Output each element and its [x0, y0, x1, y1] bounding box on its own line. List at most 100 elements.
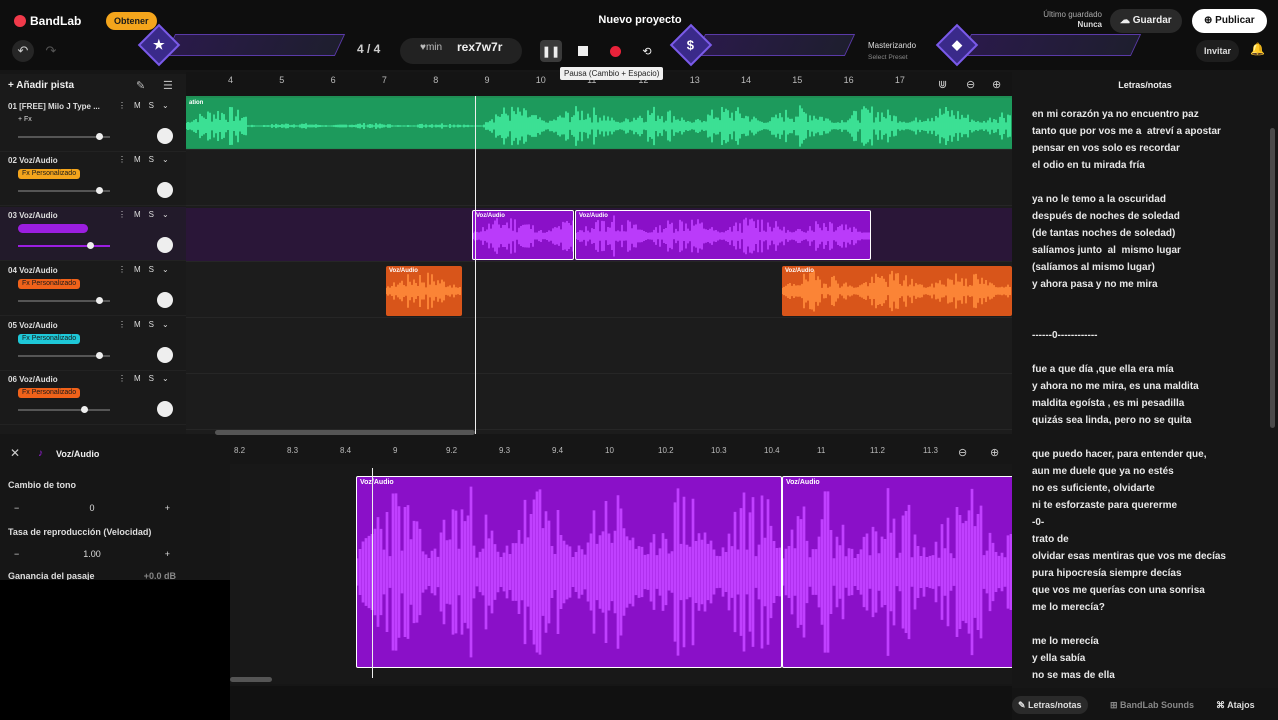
editor-playhead[interactable]: [372, 468, 373, 678]
pause-icon[interactable]: ❚❚: [540, 40, 562, 62]
redo-icon[interactable]: ↷: [40, 40, 62, 62]
tab-lyrics[interactable]: ✎ Letras/notas: [1012, 696, 1088, 714]
lane-track-1[interactable]: ation: [186, 96, 1012, 150]
mute-button[interactable]: M: [134, 320, 141, 329]
more-icon[interactable]: ⋮: [118, 210, 126, 219]
solo-button[interactable]: S: [149, 101, 154, 110]
more-icon[interactable]: ⋮: [118, 155, 126, 164]
clip-track-4-b[interactable]: Voz/Audio: [782, 266, 1012, 316]
gain-row[interactable]: Ganancia del pasaje +0.0 dB: [8, 571, 176, 580]
pan-knob[interactable]: [157, 182, 173, 198]
plus-icon[interactable]: +: [165, 503, 170, 513]
clip-track-3-b[interactable]: Voz/Audio: [575, 210, 871, 260]
chevron-down-icon[interactable]: ⌄: [162, 210, 169, 219]
invite-button[interactable]: Invitar: [1196, 40, 1240, 62]
publish-button[interactable]: ⊕ Publicar: [1192, 9, 1267, 33]
lyrics-scrollbar[interactable]: [1270, 128, 1275, 428]
fx-badge[interactable]: Fx Personalizado: [18, 334, 81, 344]
solo-button[interactable]: S: [149, 320, 154, 329]
lyrics-textarea[interactable]: en mi corazón ya no encuentro paz tanto …: [1032, 106, 1260, 682]
more-icon[interactable]: ⋮: [118, 320, 126, 329]
solo-button[interactable]: S: [149, 265, 154, 274]
lane-track-2[interactable]: [186, 152, 1012, 206]
track-name[interactable]: 05 Voz/Audio: [8, 321, 116, 330]
volume-knob[interactable]: [86, 242, 94, 249]
plus-icon[interactable]: +: [165, 549, 170, 559]
volume-knob[interactable]: [95, 187, 103, 194]
minus-icon[interactable]: −: [14, 503, 19, 513]
loop-icon[interactable]: ⟲: [636, 40, 658, 62]
volume-slider[interactable]: [18, 406, 110, 413]
more-icon[interactable]: ⋮: [118, 101, 126, 110]
mastering-selector[interactable]: Masterizando Select Preset: [868, 40, 916, 63]
solo-button[interactable]: S: [149, 155, 154, 164]
chevron-down-icon[interactable]: ⌄: [162, 155, 169, 164]
editor-zoom-out-icon[interactable]: ⊖: [958, 446, 967, 459]
minus-icon[interactable]: −: [14, 549, 19, 559]
arrangement-area[interactable]: ation Voz/Audio Voz/Audio Voz/Audio Voz/…: [186, 96, 1012, 434]
track-name[interactable]: 01 [FREE] Milo J Type ...: [8, 102, 116, 111]
mute-button[interactable]: M: [134, 210, 141, 219]
volume-knob[interactable]: [81, 406, 89, 413]
pitch-value[interactable]: 0: [89, 503, 94, 513]
clip-track-1[interactable]: ation: [186, 98, 1012, 148]
editor-zoom-in-icon[interactable]: ⊕: [990, 446, 999, 459]
volume-knob[interactable]: [95, 352, 103, 359]
close-icon[interactable]: ✕: [10, 446, 20, 460]
more-icon[interactable]: ⋮: [118, 374, 126, 383]
tab-bandlab-sounds[interactable]: ⊞ BandLab Sounds: [1104, 696, 1200, 714]
magnet-icon[interactable]: ⋓: [938, 78, 947, 91]
volume-knob[interactable]: [95, 133, 103, 140]
chevron-down-icon[interactable]: ⌄: [162, 265, 169, 274]
pitch-stepper[interactable]: − 0 +: [8, 498, 176, 518]
track-name[interactable]: 04 Voz/Audio: [8, 266, 116, 275]
tab-shortcuts[interactable]: ⌘ Atajos: [1210, 696, 1261, 714]
zoom-out-icon[interactable]: ⊖: [966, 78, 975, 91]
chevron-down-icon[interactable]: ⌄: [162, 320, 169, 329]
volume-slider[interactable]: [18, 297, 110, 304]
mute-button[interactable]: M: [134, 265, 141, 274]
project-title[interactable]: Nuevo proyecto: [560, 14, 720, 26]
editor-clip-a[interactable]: Voz/Audio: [355, 476, 782, 668]
solo-button[interactable]: S: [149, 210, 154, 219]
track-name[interactable]: 06 Voz/Audio: [8, 375, 116, 384]
time-signature[interactable]: 4 / 4: [357, 42, 380, 56]
rate-stepper[interactable]: − 1.00 +: [8, 544, 176, 564]
volume-slider[interactable]: [18, 242, 110, 249]
clip-track-3-a[interactable]: Voz/Audio: [472, 210, 574, 260]
track-header-2[interactable]: 02 Voz/Audio ⋮ M S ⌄ Fx Personalizado: [0, 152, 186, 206]
fx-badge[interactable]: Fx Personalizado: [18, 279, 81, 289]
pan-knob[interactable]: [157, 128, 173, 144]
fx-badge[interactable]: Fx Personalizado: [18, 388, 81, 398]
chevron-down-icon[interactable]: ⌄: [162, 374, 169, 383]
pan-knob[interactable]: [157, 237, 173, 253]
volume-slider[interactable]: [18, 352, 110, 359]
bell-icon[interactable]: 🔔: [1250, 42, 1265, 56]
record-icon[interactable]: [604, 40, 626, 62]
fx-badge[interactable]: + Fx: [14, 115, 36, 125]
lane-track-5[interactable]: [186, 320, 1012, 374]
more-icon[interactable]: ⋮: [118, 265, 126, 274]
zoom-in-icon[interactable]: ⊕: [992, 78, 1001, 91]
mute-button[interactable]: M: [134, 374, 141, 383]
editor-waveform-area[interactable]: Voz/Audio Voz/Audio: [230, 464, 1014, 684]
arrangement-scrollbar[interactable]: [215, 430, 475, 435]
volume-slider[interactable]: [18, 133, 110, 140]
editor-scrollbar[interactable]: [230, 677, 272, 682]
mute-button[interactable]: M: [134, 101, 141, 110]
mute-button[interactable]: M: [134, 155, 141, 164]
rate-value[interactable]: 1.00: [83, 549, 101, 559]
track-settings-icon[interactable]: ☰: [163, 79, 173, 92]
pan-knob[interactable]: [157, 401, 173, 417]
save-button[interactable]: ☁ Guardar: [1110, 9, 1182, 33]
pan-knob[interactable]: [157, 347, 173, 363]
bandlab-logo[interactable]: BandLab: [14, 14, 81, 28]
track-header-1[interactable]: 01 [FREE] Milo J Type ... ⋮ M S ⌄ + Fx: [0, 98, 186, 152]
fx-badge[interactable]: Fx Personalizado: [18, 169, 81, 179]
editor-clip-b[interactable]: Voz/Audio: [781, 476, 1014, 668]
add-track-button[interactable]: + Añadir pista: [8, 80, 74, 91]
upgrade-button[interactable]: Obtener: [106, 12, 157, 30]
solo-button[interactable]: S: [149, 374, 154, 383]
chevron-down-icon[interactable]: ⌄: [162, 101, 169, 110]
track-header-5[interactable]: 05 Voz/Audio ⋮ M S ⌄ Fx Personalizado: [0, 317, 186, 371]
